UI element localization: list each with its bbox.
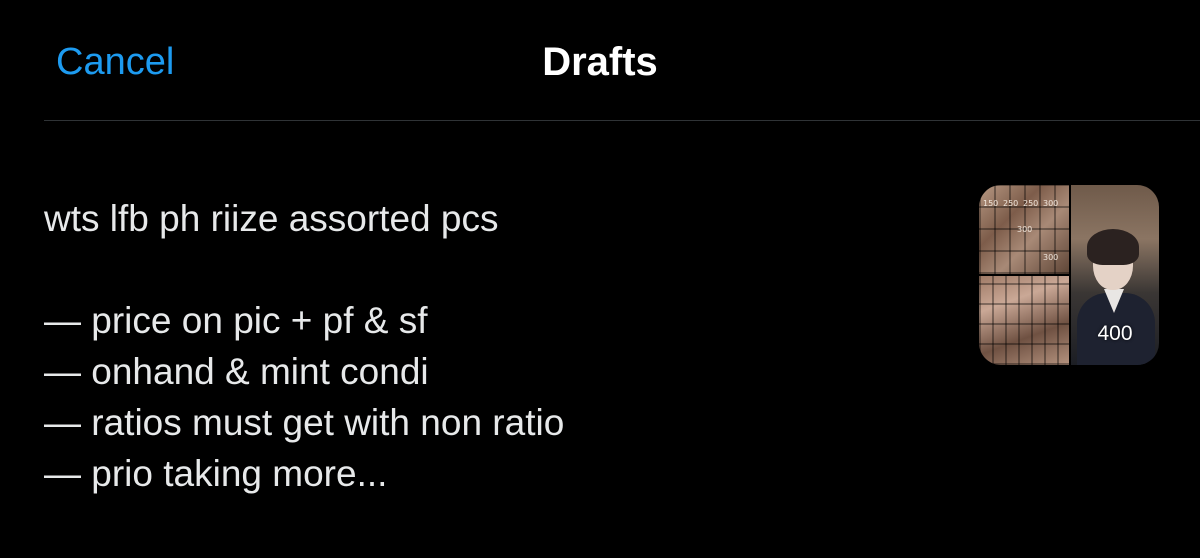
draft-text-line: — prio taking more... [44, 453, 388, 494]
thumbnail-photo-collage-top: 150 250 250 300 300 300 [979, 185, 1069, 274]
mini-price-label: 300 [1017, 225, 1033, 234]
thumbnail-photo-collage-bottom [979, 276, 1069, 365]
draft-text-line: — ratios must get with non ratio [44, 402, 565, 443]
draft-text-line: — onhand & mint condi [44, 351, 429, 392]
drafts-header: Cancel Drafts [0, 0, 1200, 120]
thumbnail-overlay-label: 400 [1097, 322, 1133, 345]
photocard-grid-image [979, 276, 1069, 365]
draft-item[interactable]: wts lfb ph riize assorted pcs — price on… [0, 121, 1200, 558]
mini-price-label: 300 [1043, 253, 1059, 262]
draft-text-line [44, 244, 944, 295]
draft-text: wts lfb ph riize assorted pcs — price on… [44, 193, 944, 499]
mini-price-label: 250 [1023, 199, 1039, 208]
draft-text-line: — price on pic + pf & sf [44, 300, 428, 341]
draft-text-line: wts lfb ph riize assorted pcs [44, 198, 499, 239]
page-title: Drafts [542, 40, 658, 84]
mini-price-label: 300 [1043, 199, 1059, 208]
mini-price-label: 250 [1003, 199, 1019, 208]
draft-media-thumbnail[interactable]: 150 250 250 300 300 300 400 [979, 185, 1159, 365]
mini-price-label: 150 [983, 199, 999, 208]
portrait-hair-shape [1087, 229, 1139, 265]
thumbnail-portrait-photo: 400 [1071, 185, 1159, 365]
